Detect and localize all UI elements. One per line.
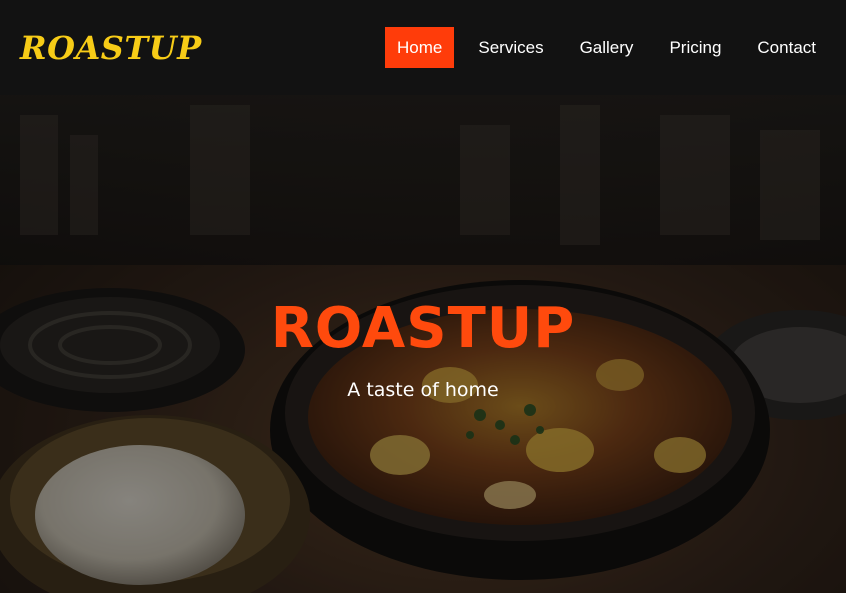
brand-logo[interactable]: ROASTUP xyxy=(20,27,202,69)
navbar: ROASTUP Home Services Gallery Pricing Co… xyxy=(0,0,846,95)
hero-section: ROASTUP A taste of home xyxy=(0,95,846,593)
nav-menu: Home Services Gallery Pricing Contact xyxy=(373,27,828,68)
nav-item-pricing[interactable]: Pricing xyxy=(657,27,733,68)
nav-item-contact[interactable]: Contact xyxy=(745,27,828,68)
hero-title: ROASTUP xyxy=(270,296,576,361)
nav-item-services[interactable]: Services xyxy=(466,27,555,68)
hero-subtitle: A taste of home xyxy=(347,379,499,401)
nav-item-gallery[interactable]: Gallery xyxy=(568,27,646,68)
nav-item-home[interactable]: Home xyxy=(385,27,455,68)
